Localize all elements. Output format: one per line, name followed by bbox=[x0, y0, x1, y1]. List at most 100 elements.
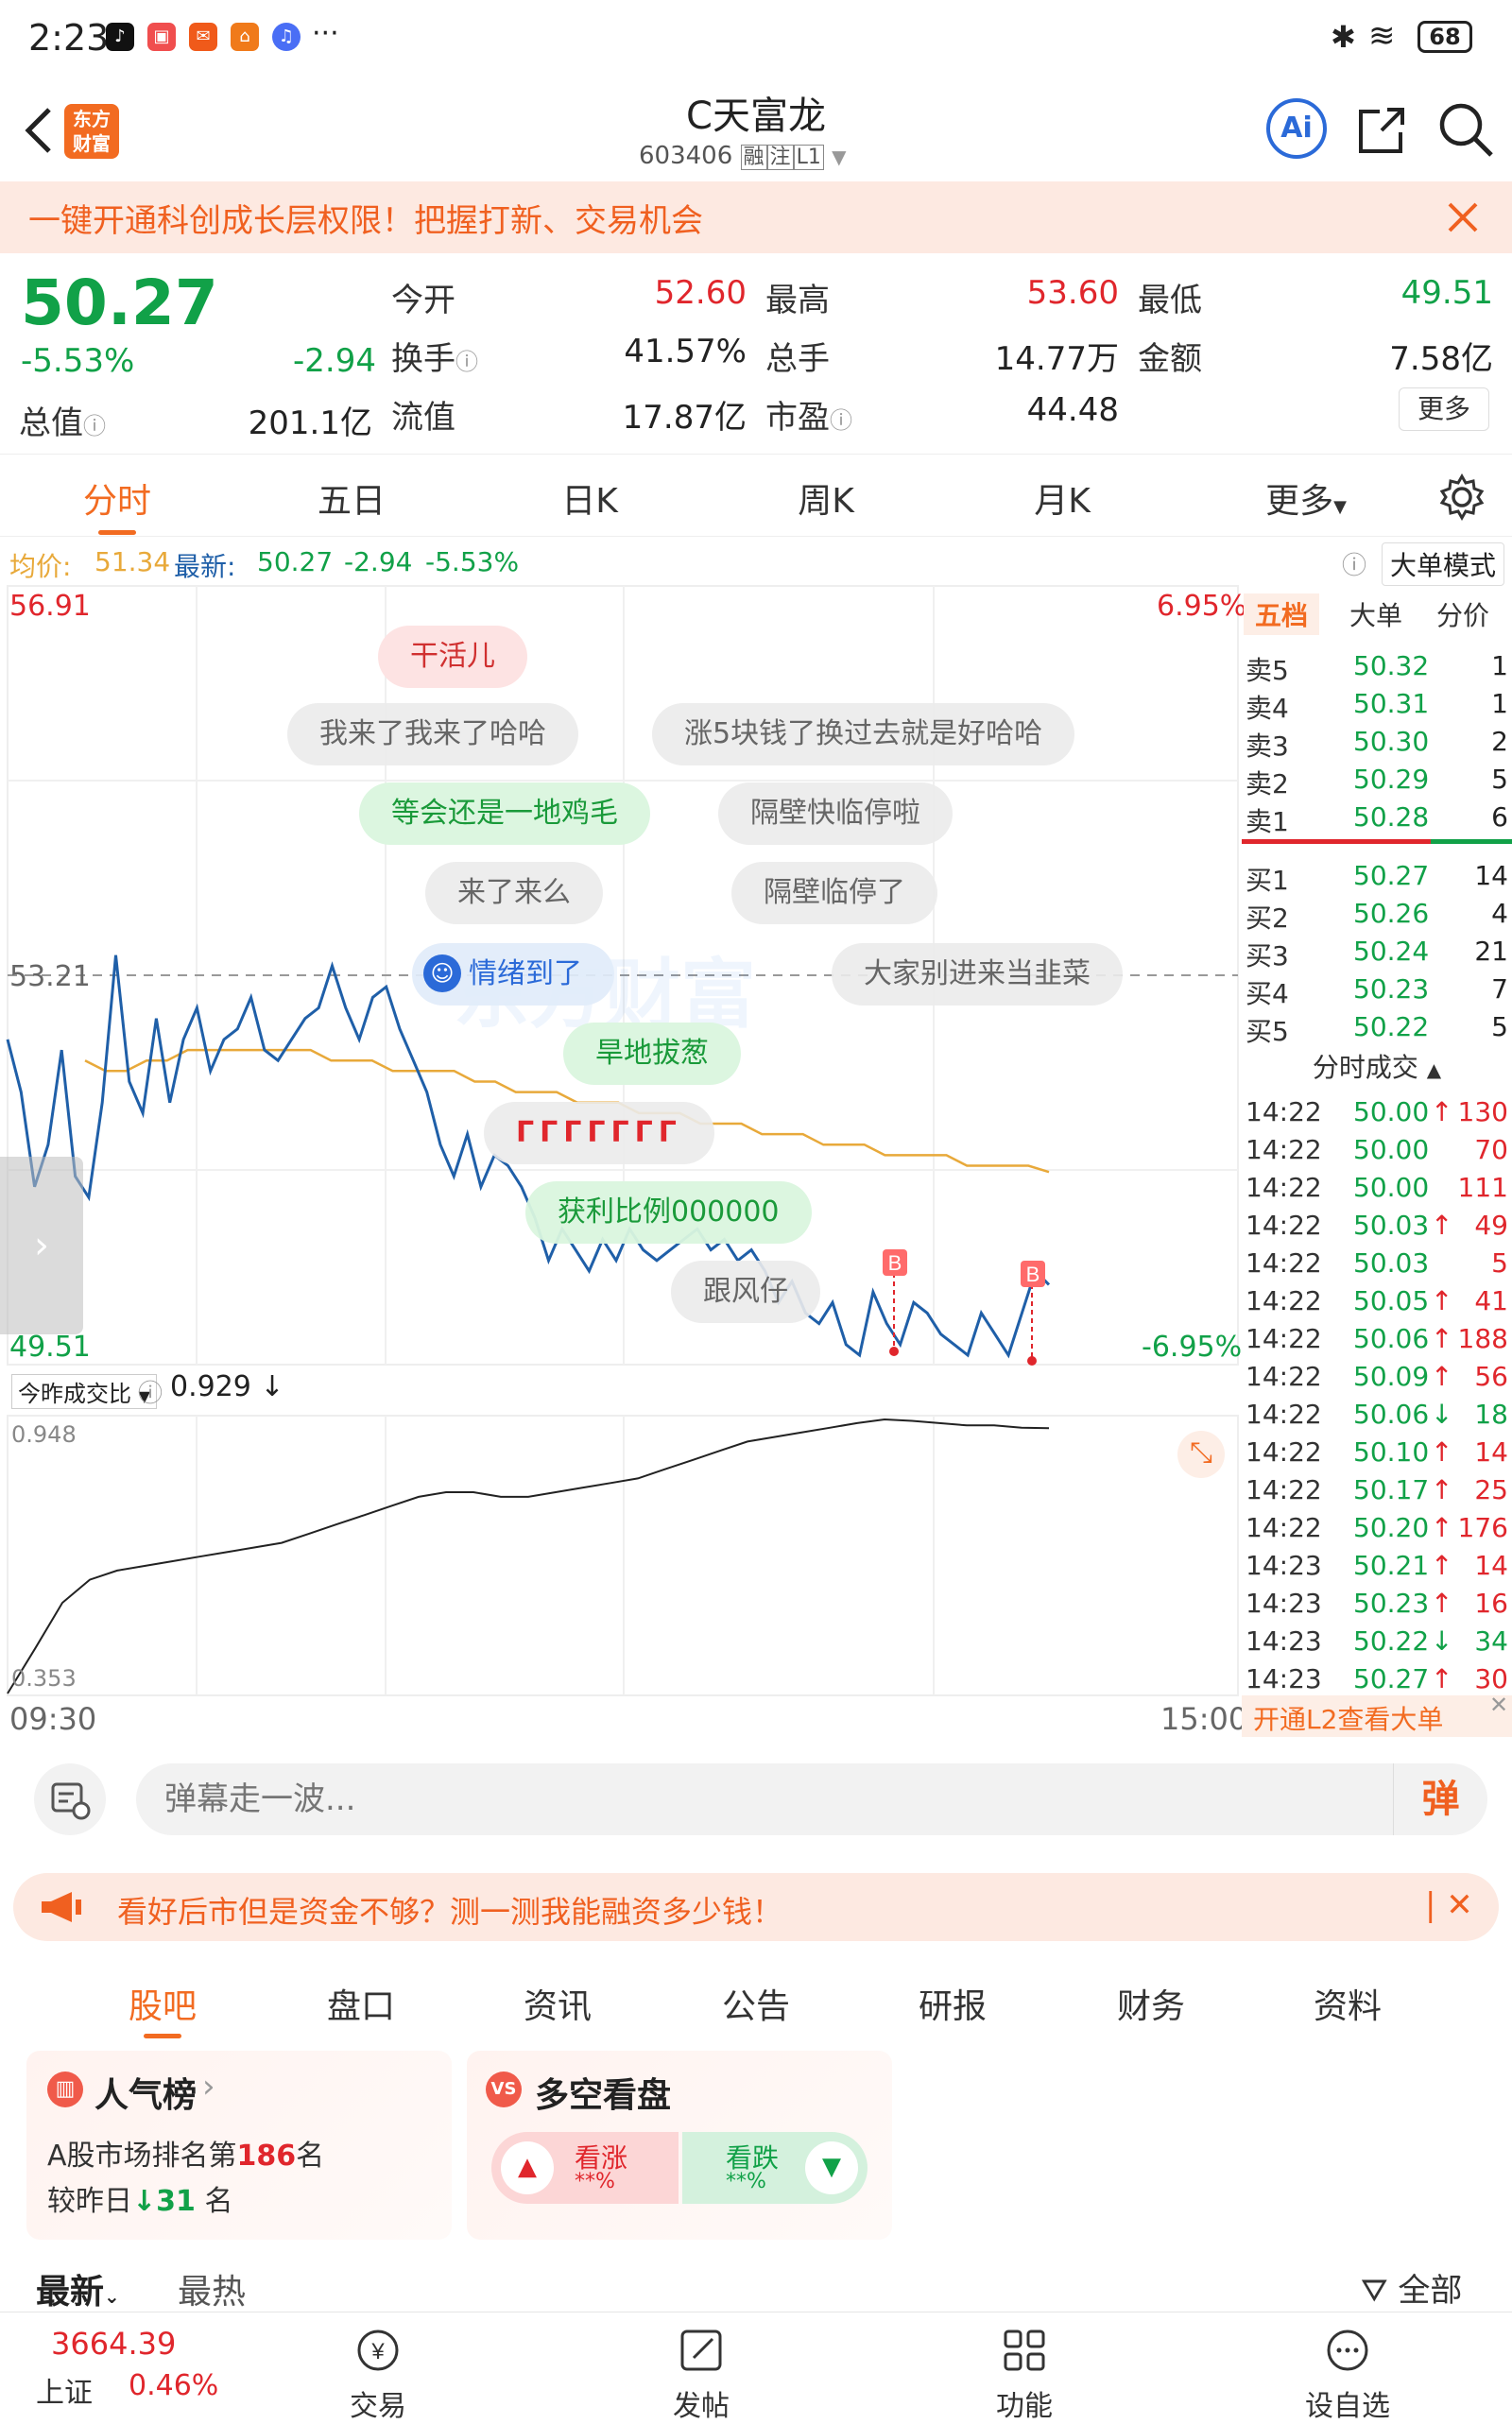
tab-more[interactable]: 更多▼ bbox=[1230, 473, 1382, 523]
dropdown-icon[interactable]: ▼ bbox=[832, 146, 846, 168]
expand-panel-button[interactable]: › bbox=[0, 1157, 83, 1334]
trade-tick-row: 14:22 50.03 5 bbox=[1242, 1246, 1512, 1283]
index-name: 上证 bbox=[36, 2377, 93, 2410]
tab-monthly-k[interactable]: 月K bbox=[987, 473, 1138, 523]
danmaku-settings-icon[interactable] bbox=[34, 1763, 106, 1835]
bid-ask-ratio-bar bbox=[1242, 839, 1512, 844]
tick-direction: ↓ bbox=[1431, 1625, 1453, 1657]
bear-button[interactable]: 看跌 **% ▼ bbox=[682, 2132, 868, 2204]
tab-weekly-k[interactable]: 周K bbox=[750, 473, 902, 523]
danmaku-bubble[interactable]: 大家别进来当韭菜 bbox=[832, 943, 1123, 1006]
danmaku-bubble[interactable]: 我来了我来了哈哈 bbox=[287, 703, 578, 765]
level-price: 50.26 bbox=[1353, 898, 1430, 929]
sort-latest[interactable]: 最新⌄ bbox=[36, 2264, 120, 2313]
danmaku-bubble[interactable]: 等会还是一地鸡毛 bbox=[359, 782, 650, 845]
stock-code: 603406 bbox=[639, 142, 733, 170]
danmaku-bubble[interactable]: 隔壁临停了 bbox=[731, 862, 937, 924]
danmaku-bubble[interactable]: 涨5块钱了换过去就是好哈哈 bbox=[652, 703, 1075, 765]
ticks-title[interactable]: 分时成交 ▲ bbox=[1242, 1047, 1512, 1085]
danmaku-bubble[interactable]: 来了来么 bbox=[425, 862, 603, 924]
nav-trade[interactable]: ¥ 交易 bbox=[302, 2326, 454, 2424]
tab-profile[interactable]: 资料 bbox=[1281, 1979, 1414, 2028]
danmaku-bubble[interactable]: 干活儿 bbox=[378, 626, 527, 688]
tick-time: 14:23 bbox=[1246, 1625, 1322, 1657]
bull-button[interactable]: ▲ 看涨 **% bbox=[491, 2132, 679, 2204]
close-icon[interactable] bbox=[1446, 200, 1480, 234]
close-icon[interactable]: | ✕ bbox=[1425, 1886, 1473, 1924]
close-icon[interactable]: ✕ bbox=[1489, 1692, 1508, 1718]
tab-big-orders[interactable]: 大单 bbox=[1349, 595, 1402, 633]
level-price: 50.22 bbox=[1353, 1011, 1430, 1042]
tick-direction: ↑ bbox=[1431, 1512, 1453, 1543]
total-value-label: 总值ⓘ bbox=[19, 404, 106, 442]
rank-icon: ▥ bbox=[47, 2072, 83, 2107]
big-order-mode-button[interactable]: 大单模式 bbox=[1382, 542, 1505, 586]
buy-marker[interactable]: B bbox=[1021, 1261, 1045, 1366]
search-icon[interactable] bbox=[1436, 100, 1497, 161]
share-icon[interactable] bbox=[1353, 102, 1410, 159]
tab-intraday[interactable]: 分时 bbox=[42, 473, 193, 535]
tab-five-levels[interactable]: 五档 bbox=[1244, 593, 1320, 635]
popularity-card[interactable]: ▥ 人气榜 › A股市场排名第186名 较昨日↓31 名 bbox=[26, 2051, 452, 2240]
indicator-high-label: 0.948 bbox=[11, 1421, 77, 1448]
filter-button[interactable]: ⛛ 全部 bbox=[1361, 2264, 1462, 2311]
high-value: 53.60 bbox=[1026, 274, 1119, 312]
intraday-chart[interactable]: B B 东方财富 56.91 6.95% 53.21 49.51 -6.95% … bbox=[0, 584, 1247, 1741]
nav-functions[interactable]: 功能 bbox=[949, 2326, 1100, 2424]
level-volume: 2 bbox=[1491, 726, 1508, 757]
danmaku-bubble[interactable]: 跟风仔 bbox=[671, 1261, 820, 1323]
ai-assistant-button[interactable]: Ai bbox=[1266, 98, 1327, 159]
more-quote-button[interactable]: 更多 bbox=[1399, 387, 1489, 431]
promo-banner[interactable]: 一键开通科创成长层权限！把握打新、交易机会 bbox=[0, 181, 1512, 253]
tick-price: 50.00 bbox=[1353, 1172, 1430, 1203]
tab-price-distribution[interactable]: 分价 bbox=[1436, 595, 1489, 633]
tab-five-day[interactable]: 五日 bbox=[276, 473, 427, 523]
avg-value: 51.34 bbox=[94, 546, 171, 577]
danmaku-bubble[interactable]: 旱地拔葱 bbox=[563, 1023, 741, 1085]
amount-label: 金额 bbox=[1138, 340, 1202, 378]
expand-icon[interactable]: ⤡ bbox=[1177, 1431, 1225, 1478]
tick-time: 14:23 bbox=[1246, 1588, 1322, 1619]
l2-upgrade-text: 开通L2查看大单 bbox=[1253, 1704, 1444, 1735]
total-value: 201.1亿 bbox=[248, 404, 372, 442]
danmaku-bubble[interactable]: 获利比例000000 bbox=[525, 1181, 812, 1244]
ask-level-row: 卖5 50.32 1 bbox=[1242, 648, 1512, 686]
indicator-select[interactable]: 今昨成交比 ▼ bbox=[11, 1374, 157, 1409]
tab-daily-k[interactable]: 日K bbox=[514, 473, 665, 523]
trade-tick-row: 14:22 50.20 ↑ 176 bbox=[1242, 1510, 1512, 1548]
nav-post[interactable]: 发帖 bbox=[626, 2326, 777, 2424]
tick-time: 14:22 bbox=[1246, 1323, 1322, 1354]
bull-bear-card: VS 多空看盘 ▲ 看涨 **% 看跌 **% ▼ bbox=[467, 2051, 892, 2240]
tick-direction: ↑ bbox=[1431, 1474, 1453, 1505]
tab-forum[interactable]: 股吧 bbox=[96, 1979, 229, 2038]
send-danmaku-button[interactable]: 弹 bbox=[1393, 1763, 1487, 1835]
l2-upgrade-link[interactable]: 开通L2查看大单 ✕ bbox=[1242, 1692, 1512, 1737]
danmaku-bubble[interactable]: 隔壁快临停啦 bbox=[718, 782, 953, 845]
tick-time: 14:22 bbox=[1246, 1361, 1322, 1392]
indicator-help-icon[interactable]: ⓘ bbox=[138, 1374, 163, 1409]
rank-change: 较昨日↓31 名 bbox=[47, 2185, 233, 2218]
tab-finance[interactable]: 财务 bbox=[1085, 1979, 1217, 2028]
tick-time: 14:22 bbox=[1246, 1512, 1322, 1543]
trade-tick-row: 14:23 50.21 ↑ 14 bbox=[1242, 1548, 1512, 1586]
level-label: 买4 bbox=[1246, 978, 1289, 1009]
tab-research[interactable]: 研报 bbox=[886, 1979, 1019, 2028]
danmaku-bubble[interactable]: ☺ 情绪到了 bbox=[412, 943, 614, 1006]
nav-add-watchlist[interactable]: 设自选 bbox=[1272, 2326, 1423, 2424]
tick-price: 50.05 bbox=[1353, 1285, 1430, 1316]
tab-announcements[interactable]: 公告 bbox=[690, 1979, 822, 2028]
tick-direction: ↑ bbox=[1431, 1663, 1453, 1694]
buy-marker[interactable]: B bbox=[883, 1249, 907, 1356]
danmaku-bubble[interactable]: ΓΓΓΓΓΓΓ bbox=[484, 1102, 714, 1164]
sort-hottest[interactable]: 最热 bbox=[178, 2264, 246, 2313]
tick-volume: 14 bbox=[1474, 1550, 1508, 1581]
down-arrow-icon: ▼ bbox=[805, 2141, 858, 2194]
help-icon[interactable]: ⓘ bbox=[1342, 546, 1366, 581]
gear-icon[interactable] bbox=[1438, 473, 1486, 521]
index-ticker[interactable]: 3664.39 上证 0.46% bbox=[32, 2322, 221, 2416]
level-label: 买2 bbox=[1246, 903, 1289, 934]
tab-order-panel[interactable]: 盘口 bbox=[295, 1979, 427, 2028]
danmaku-input[interactable] bbox=[164, 1773, 1412, 1826]
tab-news[interactable]: 资讯 bbox=[491, 1979, 624, 2028]
margin-ad-banner[interactable]: 看好后市但是资金不够？测一测我能融资多少钱！ | ✕ bbox=[13, 1873, 1499, 1941]
